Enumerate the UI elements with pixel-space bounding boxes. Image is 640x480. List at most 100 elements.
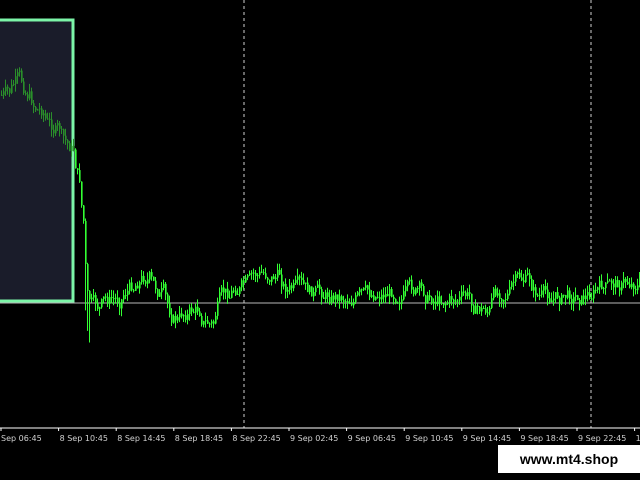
x-tick-label: 9 Sep 10:45 [405, 434, 453, 443]
candle [617, 276, 619, 288]
candle [233, 287, 235, 294]
candle [431, 295, 433, 305]
candle [551, 292, 553, 303]
candle [571, 294, 573, 310]
candle [109, 289, 111, 309]
candle [323, 291, 325, 300]
candle [137, 281, 139, 289]
candle [131, 277, 133, 292]
candle [159, 289, 161, 298]
x-tick-label: 8 Sep 10:45 [60, 434, 108, 443]
candle [315, 285, 317, 296]
candle [397, 301, 399, 304]
candle [435, 295, 437, 310]
candle [517, 271, 519, 279]
x-tick-label: 9 Sep 22:45 [578, 434, 626, 443]
candle [407, 279, 409, 292]
candle [405, 279, 407, 297]
x-tick-label: 9 Sep 02:45 [290, 434, 338, 443]
candle [549, 292, 551, 304]
candle [173, 314, 175, 324]
candle [589, 284, 591, 300]
candle [219, 287, 221, 303]
candle [143, 271, 145, 285]
candle [255, 270, 257, 282]
candle [521, 269, 523, 282]
candle [453, 298, 455, 309]
candle [633, 282, 635, 297]
candle [623, 271, 625, 289]
candle [581, 295, 583, 306]
candle [383, 287, 385, 304]
candle [317, 280, 319, 288]
candle [437, 290, 439, 307]
candle [529, 269, 531, 287]
candle [177, 314, 179, 324]
candle [189, 304, 191, 321]
candle [377, 291, 379, 299]
candle [227, 281, 229, 304]
candle [609, 278, 611, 282]
candle [477, 303, 479, 315]
candle [95, 292, 97, 312]
candle [187, 309, 189, 325]
candle [297, 268, 299, 285]
candle [563, 294, 565, 298]
candle [615, 276, 617, 295]
candle [217, 297, 219, 320]
candle [301, 271, 303, 286]
candle [357, 290, 359, 297]
candle [631, 277, 633, 290]
candle [253, 268, 255, 281]
candle [145, 279, 147, 287]
candle [267, 276, 269, 284]
candle [351, 295, 353, 307]
candle [573, 292, 575, 312]
candle [531, 275, 533, 292]
candle [299, 274, 301, 286]
candle [265, 267, 267, 280]
candle [309, 284, 311, 295]
candle [335, 291, 337, 307]
candle [289, 278, 291, 295]
candle [449, 293, 451, 308]
x-tick-label: 8 Sep 22:45 [232, 434, 280, 443]
candle [613, 279, 615, 296]
candle [85, 218, 87, 311]
candle [115, 293, 117, 304]
candle [427, 291, 429, 304]
candle [223, 279, 225, 300]
candle [591, 292, 593, 301]
candle [111, 289, 113, 304]
candle [527, 267, 529, 276]
candle [487, 307, 489, 318]
candle [467, 288, 469, 300]
candle [205, 312, 207, 328]
candle [359, 287, 361, 297]
candle [473, 304, 475, 315]
chart-canvas[interactable]: Sep 06:45 8 Sep 10:45 8 Sep 14:45 8 Sep 18:… [0, 0, 640, 450]
candle [443, 303, 445, 309]
candle [285, 278, 287, 299]
candle [229, 290, 231, 299]
price-chart[interactable]: Sep 06:45 8 Sep 10:45 8 Sep 14:45 8 Sep 18:… [0, 0, 640, 450]
candle [281, 268, 283, 294]
candle [263, 268, 265, 275]
candle [249, 270, 251, 276]
candle [579, 298, 581, 311]
candle [441, 295, 443, 306]
candle [593, 285, 595, 303]
candle [279, 263, 281, 276]
candle [225, 288, 227, 300]
candle [537, 293, 539, 298]
candle [269, 279, 271, 286]
candle [465, 290, 467, 300]
candle [381, 289, 383, 304]
candle [543, 283, 545, 298]
candle [165, 282, 167, 301]
watermark-text: www.mt4.shop [498, 445, 640, 473]
candle [361, 288, 363, 296]
candle [523, 273, 525, 287]
candle [507, 289, 509, 301]
candle [483, 305, 485, 310]
